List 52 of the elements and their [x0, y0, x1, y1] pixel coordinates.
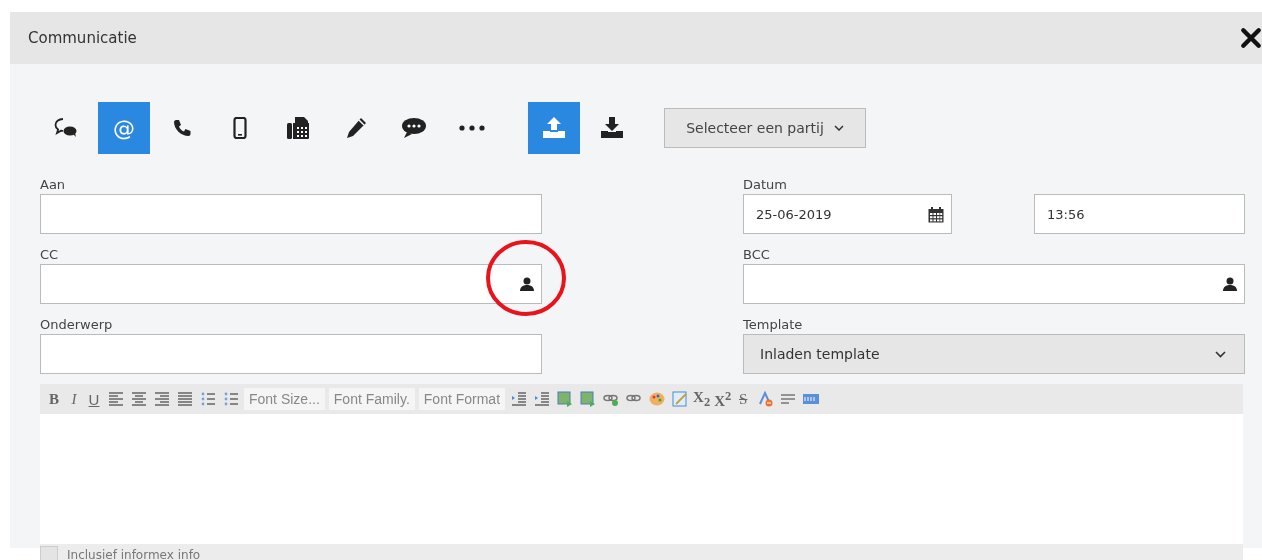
upload-icon	[542, 117, 566, 139]
field-label: Aan	[40, 176, 67, 194]
font-dropdown[interactable]: Font Size...	[244, 388, 325, 410]
font-dropdown[interactable]: Font Format	[418, 388, 506, 410]
align-justify-icon[interactable]	[175, 391, 194, 407]
person-icon[interactable]	[1223, 277, 1237, 291]
template-dropdown[interactable]: Inladen template	[743, 334, 1245, 374]
underline-button[interactable]: U	[86, 390, 102, 408]
align-right-icon[interactable]	[152, 391, 171, 407]
party-dropdown[interactable]: Selecteer een partij	[664, 108, 866, 148]
checkbox-label: Inclusief informex info	[67, 548, 201, 560]
field-label: CC	[40, 246, 60, 264]
dialog-title: Communicatie	[28, 29, 137, 47]
palette-icon[interactable]	[647, 391, 667, 407]
bold-button[interactable]: B	[46, 390, 62, 408]
html-icon[interactable]	[801, 391, 821, 407]
cc-field[interactable]	[40, 264, 542, 304]
download-icon	[600, 117, 624, 139]
checkbox[interactable]	[40, 546, 58, 560]
chevron-down-icon	[1215, 350, 1226, 358]
email-tab[interactable]: @	[98, 102, 150, 154]
document-edit-icon[interactable]	[670, 391, 690, 407]
chat-bubbles-icon	[54, 117, 78, 139]
field-label: Datum	[743, 176, 788, 194]
upload-tab[interactable]	[528, 102, 580, 154]
italic-button[interactable]: I	[66, 390, 82, 408]
time-field[interactable]: 13:56	[1034, 194, 1245, 234]
outdent-icon[interactable]	[532, 391, 552, 407]
person-icon[interactable]	[520, 277, 534, 291]
subject-field[interactable]	[40, 334, 542, 374]
indent-icon[interactable]	[509, 391, 529, 407]
date-field[interactable]: 25-06-2019	[743, 194, 952, 234]
chevron-down-icon	[833, 125, 844, 131]
script-button[interactable]: X$^{2}$	[714, 388, 732, 410]
mobile-phone-icon	[233, 117, 247, 139]
close-icon[interactable]	[1240, 27, 1262, 49]
fax-icon	[286, 116, 310, 140]
align-left-icon[interactable]	[106, 391, 125, 407]
strike-button[interactable]: S	[735, 390, 752, 408]
to-field[interactable]	[40, 194, 542, 234]
speech-bubble-icon	[401, 117, 427, 139]
phone-icon	[172, 118, 192, 138]
horizontal-rule-icon[interactable]	[778, 391, 798, 407]
ellipsis-icon	[459, 125, 485, 131]
field-label: Onderwerp	[40, 316, 114, 334]
pencil-icon	[344, 116, 368, 140]
field-label: Template	[743, 316, 804, 334]
script-button[interactable]: X$_{2}$	[693, 388, 711, 410]
bcc-field[interactable]	[743, 264, 1245, 304]
field-label: BCC	[743, 246, 771, 264]
font-dropdown[interactable]: Font Family.	[328, 388, 415, 410]
align-center-icon[interactable]	[129, 391, 148, 407]
